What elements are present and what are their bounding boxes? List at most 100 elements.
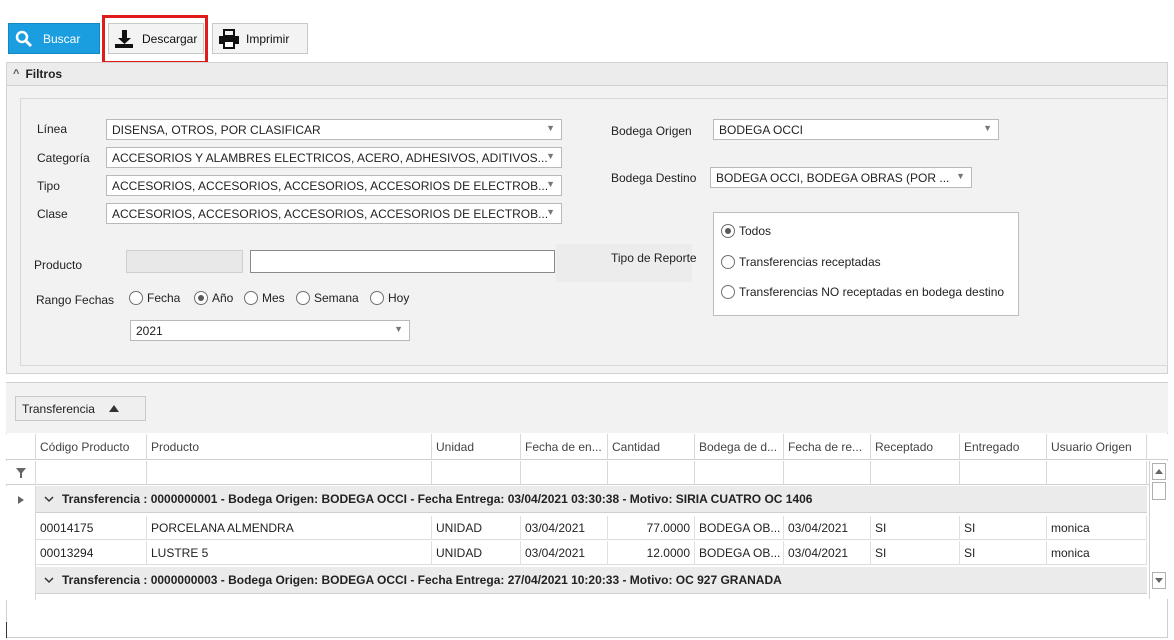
imprimir-button[interactable]: Imprimir	[212, 23, 308, 54]
col-codigo-producto[interactable]: Código Producto	[36, 434, 147, 460]
row-pointer-icon	[17, 495, 24, 504]
cell-codigo: 00014175	[36, 516, 147, 540]
clase-combo[interactable]: ACCESORIOS, ACCESORIOS, ACCESORIOS, ACCE…	[106, 203, 562, 224]
table-row[interactable]: 00013294 LUSTRE 5 UNIDAD 03/04/2021 12.0…	[36, 541, 1147, 565]
filter-cell[interactable]	[871, 461, 960, 485]
chevron-down-icon: ▼	[546, 151, 555, 161]
group-row-label: Transferencia : 0000000003 - Bodega Orig…	[62, 573, 782, 587]
search-icon	[15, 30, 33, 47]
filter-cell[interactable]	[784, 461, 871, 485]
linea-combo[interactable]: DISENSA, OTROS, POR CLASIFICAR ▼	[106, 119, 562, 140]
scroll-up-button[interactable]	[1152, 463, 1166, 480]
categoria-value: ACCESORIOS Y ALAMBRES ELECTRICOS, ACERO,…	[112, 151, 548, 165]
radio-ano[interactable]: Año	[194, 291, 233, 305]
tipo-combo[interactable]: ACCESORIOS, ACCESORIOS, ACCESORIOS, ACCE…	[106, 175, 562, 196]
cell-codigo: 00013294	[36, 541, 147, 565]
scroll-thumb[interactable]	[1152, 482, 1166, 500]
cell-bodega: BODEGA OB...	[695, 516, 784, 540]
col-unidad[interactable]: Unidad	[432, 434, 521, 460]
col-bodega-destino[interactable]: Bodega de d...	[695, 434, 784, 460]
radio-receptadas-label: Transferencias receptadas	[739, 255, 881, 269]
cell-fecha-recepcion: 03/04/2021	[784, 541, 871, 565]
buscar-button[interactable]: Buscar	[8, 23, 100, 54]
radio-todos[interactable]: Todos	[721, 224, 771, 238]
year-value: 2021	[136, 324, 163, 338]
linea-value: DISENSA, OTROS, POR CLASIFICAR	[112, 123, 321, 137]
radio-no-receptadas-label: Transferencias NO receptadas en bodega d…	[739, 285, 1005, 299]
filtros-title: Filtros	[25, 67, 63, 81]
row-indicator[interactable]	[6, 486, 36, 513]
radio-hoy[interactable]: Hoy	[370, 291, 409, 305]
chevron-down-icon	[44, 495, 54, 502]
radio-circle	[370, 291, 384, 305]
group-chip-label: Transferencia	[22, 401, 95, 416]
toolbar: Buscar Descargar Imprimir	[0, 0, 1174, 64]
vertical-scrollbar[interactable]	[1149, 461, 1168, 599]
column-header-row: Código Producto Producto Unidad Fecha de…	[6, 434, 1168, 460]
radio-no-receptadas[interactable]: Transferencias NO receptadas en bodega d…	[721, 285, 1004, 299]
descargar-highlight	[102, 15, 208, 64]
chevron-down-icon: ▼	[546, 179, 555, 189]
col-cantidad[interactable]: Cantidad	[608, 434, 695, 460]
printer-icon	[219, 28, 239, 49]
filter-cell[interactable]	[36, 461, 147, 485]
filter-cell[interactable]	[608, 461, 695, 485]
filter-cell[interactable]	[1047, 461, 1147, 485]
filter-cell[interactable]	[521, 461, 608, 485]
bodega-origen-value: BODEGA OCCI	[719, 123, 804, 137]
chevron-down-icon: ▼	[546, 207, 555, 217]
group-chip-transferencia[interactable]: Transferencia	[15, 396, 146, 421]
col-fecha-entrega[interactable]: Fecha de en...	[521, 434, 608, 460]
bodega-origen-label: Bodega Origen	[611, 124, 692, 138]
filter-cell[interactable]	[695, 461, 784, 485]
clase-value: ACCESORIOS, ACCESORIOS, ACCESORIOS, ACCE…	[112, 207, 549, 221]
table-row[interactable]: 00014175 PORCELANA ALMENDRA UNIDAD 03/04…	[36, 516, 1147, 540]
group-row[interactable]: Transferencia : 0000000003 - Bodega Orig…	[36, 567, 1147, 594]
producto-name-field[interactable]	[250, 250, 555, 273]
filter-cell[interactable]	[432, 461, 521, 485]
rango-fechas-label: Rango Fechas	[36, 293, 115, 307]
radio-circle	[244, 291, 258, 305]
categoria-label: Categoría	[37, 151, 90, 165]
col-entregado[interactable]: Entregado	[960, 434, 1047, 460]
col-producto[interactable]: Producto	[147, 434, 432, 460]
radio-mes[interactable]: Mes	[244, 291, 285, 305]
filtros-header[interactable]: ^ Filtros	[6, 62, 1168, 86]
group-row[interactable]: Transferencia : 0000000001 - Bodega Orig…	[36, 486, 1147, 513]
radio-circle	[296, 291, 310, 305]
radio-todos-label: Todos	[739, 224, 772, 238]
chevron-down-icon: ▼	[956, 171, 965, 181]
col-usuario-origen[interactable]: Usuario Origen	[1047, 434, 1147, 460]
chevron-down-icon: ▼	[983, 123, 992, 133]
cell-unidad: UNIDAD	[432, 541, 521, 565]
chevron-up-icon	[1155, 469, 1163, 474]
bodega-destino-label: Bodega Destino	[611, 171, 697, 185]
scroll-down-button[interactable]	[1152, 572, 1166, 589]
filter-icon-cell[interactable]	[6, 461, 36, 485]
bodega-origen-combo[interactable]: BODEGA OCCI ▼	[713, 119, 999, 140]
filter-cell[interactable]	[960, 461, 1047, 485]
cell-cantidad: 12.0000	[608, 541, 695, 565]
filter-cell[interactable]	[147, 461, 432, 485]
text-caret	[6, 622, 7, 638]
radio-receptadas[interactable]: Transferencias receptadas	[721, 255, 881, 269]
producto-label: Producto	[34, 258, 83, 272]
producto-code-field	[126, 250, 243, 273]
bodega-destino-combo[interactable]: BODEGA OCCI, BODEGA OBRAS (POR ... ▼	[710, 167, 972, 188]
col-receptado[interactable]: Receptado	[871, 434, 960, 460]
cell-entregado: SI	[960, 541, 1047, 565]
year-combo[interactable]: 2021 ▼	[130, 320, 410, 341]
col-fecha-recepcion[interactable]: Fecha de re...	[784, 434, 871, 460]
cell-unidad: UNIDAD	[432, 516, 521, 540]
cell-fecha-entrega: 03/04/2021	[521, 541, 608, 565]
bodega-destino-value: BODEGA OCCI, BODEGA OBRAS (POR ...	[716, 171, 950, 185]
clase-label: Clase	[37, 207, 68, 221]
radio-fecha[interactable]: Fecha	[129, 291, 180, 305]
cell-usuario: monica	[1047, 541, 1147, 565]
categoria-combo[interactable]: ACCESORIOS Y ALAMBRES ELECTRICOS, ACERO,…	[106, 147, 562, 168]
radio-semana[interactable]: Semana	[296, 291, 359, 305]
chevron-down-icon: ▼	[546, 123, 555, 133]
radio-mes-label: Mes	[262, 291, 285, 305]
radio-ano-label: Año	[212, 291, 234, 305]
cell-cantidad: 77.0000	[608, 516, 695, 540]
